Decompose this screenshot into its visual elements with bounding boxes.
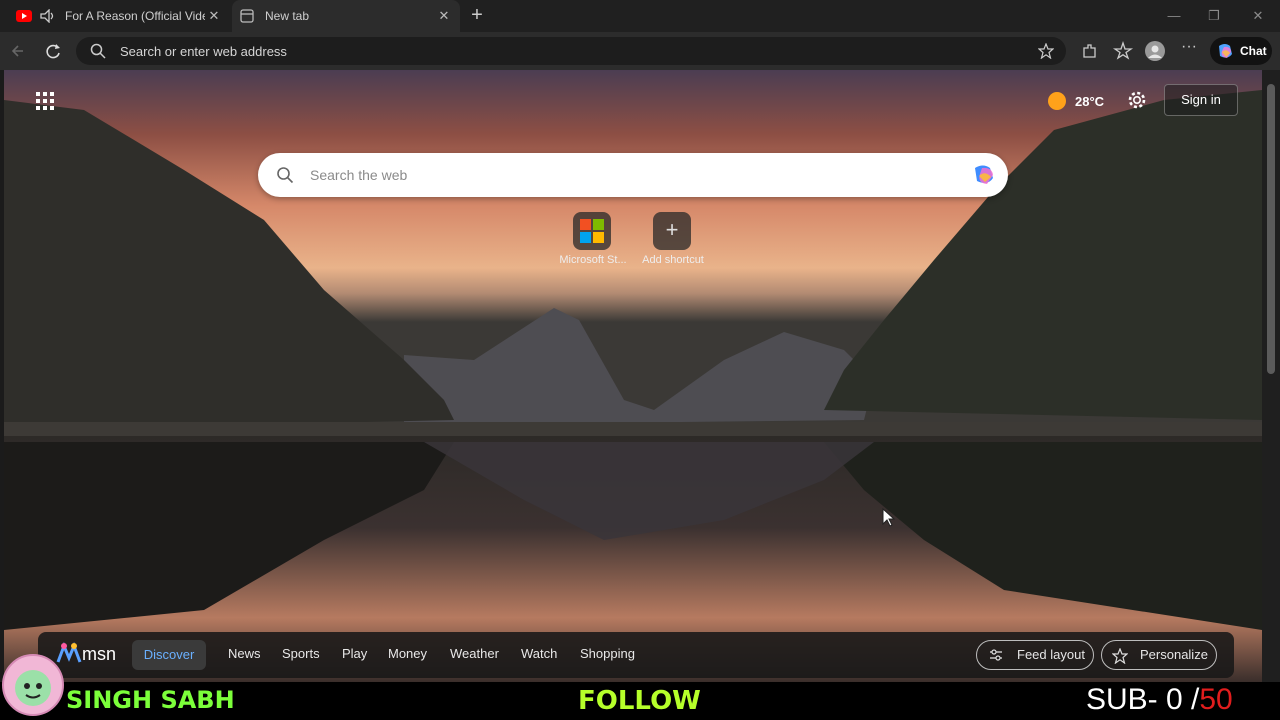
youtube-icon (16, 10, 32, 22)
weather-temperature: 28°C (1075, 93, 1105, 109)
sub-count: SUB- 0 / (1086, 683, 1200, 716)
tab-title: For A Reason (Official Vide (65, 9, 205, 23)
toolbar: Search or enter web address ··· Chat (0, 32, 1280, 70)
tab-new-tab[interactable]: New tab ✕ (232, 0, 460, 32)
weather-widget[interactable]: 28°C (1048, 90, 1104, 112)
search-icon (90, 43, 106, 59)
msn-nav-play[interactable]: Play (342, 646, 367, 661)
shortcut-add[interactable]: + Add shortcut (633, 212, 713, 268)
speaker-icon[interactable] (40, 9, 56, 23)
apps-grid-icon[interactable] (36, 92, 56, 112)
extensions-icon[interactable] (1078, 40, 1100, 62)
msn-nav-watch[interactable]: Watch (521, 646, 557, 661)
search-icon (277, 167, 294, 184)
new-tab-page: 28°C Sign in Search the web Microsoft St… (4, 70, 1262, 682)
sub-goal: 50 (1199, 683, 1233, 716)
sub-counter: SUB- 0 /50 (1086, 683, 1233, 717)
favorite-star-icon[interactable] (1038, 43, 1054, 59)
settings-gear-icon[interactable] (1127, 90, 1147, 110)
plus-icon: + (665, 217, 679, 242)
sun-icon (1048, 92, 1066, 110)
microsoft-store-icon (580, 219, 604, 243)
personalize-star-icon (1112, 648, 1128, 664)
close-window-icon[interactable]: ✕ (1244, 6, 1272, 26)
address-bar[interactable]: Search or enter web address (76, 37, 1066, 65)
tab-youtube[interactable]: For A Reason (Official Vide ✕ (8, 0, 230, 32)
web-search-placeholder: Search the web (310, 167, 408, 183)
favorites-icon[interactable] (1112, 40, 1134, 62)
copilot-icon[interactable] (972, 163, 998, 187)
chat-label: Chat (1240, 44, 1267, 58)
shortcut-microsoft-store[interactable]: Microsoft St... (553, 212, 633, 268)
msn-nav-money[interactable]: Money (388, 646, 427, 661)
close-tab-icon[interactable]: ✕ (206, 8, 222, 24)
feed-layout-icon (990, 649, 1002, 661)
scrollbar-thumb[interactable] (1267, 84, 1275, 374)
shortcut-label: Add shortcut (642, 254, 704, 266)
refresh-icon[interactable] (42, 40, 64, 62)
web-search-box[interactable]: Search the web (258, 153, 1008, 197)
new-tab-button[interactable]: + (466, 4, 488, 26)
more-menu-icon[interactable]: ··· (1178, 39, 1200, 62)
stream-overlay: SINGH SABH FOLLOW SUB- 0 /50 (0, 682, 1280, 720)
minimize-icon[interactable]: — (1160, 6, 1188, 26)
msn-nav-news[interactable]: News (228, 646, 261, 661)
new-tab-icon (240, 9, 254, 23)
feed-layout-label: Feed layout (1017, 647, 1085, 662)
msn-logo-text: msn (82, 644, 117, 664)
copilot-chat-button[interactable]: Chat (1210, 37, 1272, 65)
profile-icon[interactable] (1144, 40, 1166, 62)
msn-nav-shopping[interactable]: Shopping (580, 646, 635, 661)
msn-nav-sports[interactable]: Sports (282, 646, 320, 661)
close-tab-icon[interactable]: ✕ (436, 8, 452, 24)
personalize-button[interactable]: Personalize (1101, 640, 1217, 670)
avatar-character-icon (15, 670, 51, 706)
streamer-avatar (2, 654, 64, 716)
maximize-icon[interactable]: ❐ (1200, 6, 1228, 26)
feed-layout-button[interactable]: Feed layout (976, 640, 1094, 670)
msn-nav-discover[interactable]: Discover (132, 640, 206, 670)
msn-feed-bar: msn Discover News Sports Play Money Weat… (38, 632, 1234, 678)
shortcut-label: Microsoft St... (559, 254, 627, 266)
address-placeholder: Search or enter web address (120, 44, 287, 59)
copilot-icon (1219, 44, 1232, 58)
back-icon[interactable] (8, 40, 30, 62)
sign-in-button[interactable]: Sign in (1164, 84, 1238, 116)
msn-nav-weather[interactable]: Weather (450, 646, 499, 661)
tab-bar: For A Reason (Official Vide ✕ New tab ✕ … (0, 0, 1280, 32)
streamer-name: SINGH SABH (66, 686, 235, 714)
tab-title: New tab (265, 9, 310, 23)
follow-text: FOLLOW (578, 686, 701, 716)
personalize-label: Personalize (1140, 647, 1208, 662)
mouse-cursor-icon (882, 508, 896, 527)
